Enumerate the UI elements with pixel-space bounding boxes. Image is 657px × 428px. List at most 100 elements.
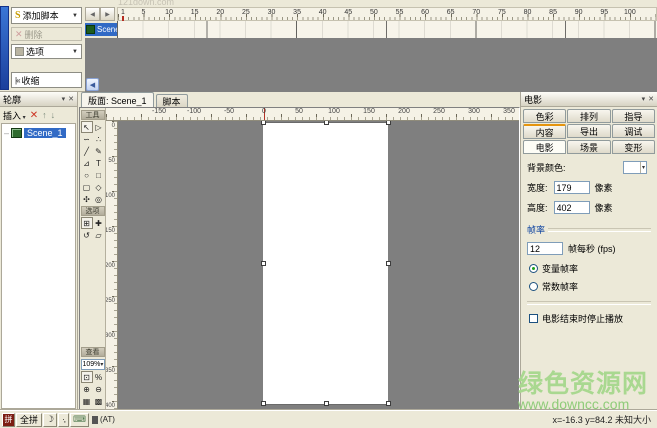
frame-number: 80 [524,9,532,16]
zoom-area-icon[interactable]: ⊡ [81,371,93,383]
move-up-button[interactable]: ↑ [42,110,47,120]
top-strip: 121down.com S 添加脚本 ▼ ✕ 删除 选项 ▼ |« 收缩 [0,0,657,92]
select-tool-icon[interactable]: ↖ [81,121,93,133]
tab-movie[interactable]: 电影 [523,140,566,154]
constant-framerate-option[interactable]: 常数帧率 [529,280,651,293]
ellipse-tool-icon[interactable]: ○ [81,169,93,181]
tab-arrange[interactable]: 排列 [567,109,610,123]
autoshape-tool-icon[interactable]: ◇ [93,181,105,193]
tab-guide[interactable]: 指导 [612,109,655,123]
panel-rollup-icon[interactable]: ▾ [642,95,646,103]
height-input[interactable] [554,201,590,214]
stage-handle[interactable] [324,401,329,406]
radio-selected-icon[interactable] [529,264,538,273]
panel-close-icon[interactable]: ✕ [648,95,654,103]
radio-icon[interactable] [529,282,538,291]
fill-tool-icon[interactable]: ⊿ [81,157,93,169]
movie-stage[interactable] [263,122,388,405]
outline-panel-titlebar[interactable]: 轮廓 ▾ ✕ [0,92,77,107]
stage-handle[interactable] [261,261,266,266]
zoom-out-icon[interactable]: ⊖ [93,383,105,395]
frame-number: 5 [142,9,146,16]
canvas-body: 工具 ↖▷∽∴╱✎⊿T○□▢◇✣◎ 选项 ⊞✚↺▱ 查看 109% ▾ ⊡%⊕⊖… [79,107,520,409]
tab-color[interactable]: 色彩 [523,109,566,123]
stage-handle[interactable] [261,121,266,125]
ime-logo-icon[interactable]: 拼 [2,413,15,427]
script-options-dropdown[interactable]: 选项 ▼ [11,44,82,59]
skew-option-icon[interactable]: ▱ [93,229,105,241]
collapse-button[interactable]: |« 收缩 [11,72,82,88]
docked-panel-strip[interactable] [0,6,9,90]
roundrect-tool-icon[interactable]: ▢ [81,181,93,193]
ime-fullwidth-icon[interactable]: ☽ [43,413,57,427]
timeline-next-button[interactable]: ▶ [100,7,115,21]
script-options-label: 选项 [26,45,44,58]
application-window: 121down.com S 添加脚本 ▼ ✕ 删除 选项 ▼ |« 收缩 [0,0,657,428]
frame-number: 30 [268,9,276,16]
lasso-tool-icon[interactable]: ∽ [81,133,93,145]
tab-transform[interactable]: 变形 [612,140,655,154]
grid-show-icon[interactable]: ▦ [81,395,93,407]
ime-punctuation-icon[interactable]: ·, [58,413,69,427]
tree-expander[interactable]: – [4,128,9,138]
timeline-scroll-left-button[interactable]: ◀ [86,78,99,91]
timeline-track[interactable] [117,21,657,39]
stage-handle[interactable] [386,401,391,406]
panel-close-icon[interactable]: ✕ [68,95,74,103]
width-input[interactable] [554,181,590,194]
zoom-in-icon[interactable]: ⊕ [81,383,93,395]
variable-framerate-option[interactable]: 变量帧率 [529,262,651,275]
horizontal-ruler[interactable]: -150-100-50050100150200250300350 [106,108,519,121]
workspace-canvas[interactable] [118,121,519,409]
reshape-option-icon[interactable]: ⊞ [81,217,93,229]
delete-script-button[interactable]: ✕ 删除 [11,27,82,41]
zoom-100-icon[interactable]: % [93,371,105,383]
fps-input[interactable] [527,242,563,255]
tab-script[interactable]: 脚本 [156,94,188,107]
move-down-button[interactable]: ↓ [51,110,56,120]
stage-handle[interactable] [386,121,391,125]
tab-debug[interactable]: 调试 [612,124,655,138]
chevron-down-icon: ▾ [640,162,646,173]
vertical-ruler[interactable]: 050100150200250300350400 [106,121,118,409]
ime-toolbar[interactable]: 拼 全拼 ☽ ·, ⌨ [2,412,89,428]
stage-handle[interactable] [386,261,391,266]
checkbox-icon[interactable] [529,314,538,323]
motion-path-tool-icon[interactable]: ∴ [93,133,105,145]
zoom-tool-icon[interactable]: ◎ [93,193,105,205]
tab-scene[interactable]: 场景 [567,140,610,154]
grid-snap-icon[interactable]: ▩ [93,395,105,407]
outline-tree[interactable]: – Scene_1 [1,123,76,409]
zoom-level-dropdown[interactable]: 109% ▾ [81,359,105,370]
ime-method-label[interactable]: 全拼 [16,413,42,427]
chevron-down-icon: ▼ [72,13,78,19]
transform-option-icon[interactable]: ✚ [93,217,105,229]
line-tool-icon[interactable]: ╱ [81,145,93,157]
tab-export[interactable]: 导出 [567,124,610,138]
h-ruler-label: 250 [433,108,445,115]
stage-handle[interactable] [324,121,329,125]
status-position-readout: x=-16.3 y=84.2 未知大小 [552,413,657,426]
h-ruler-label: 150 [363,108,375,115]
tree-item-scene[interactable]: – Scene_1 [2,128,75,138]
ime-keyboard-icon[interactable]: ⌨ [70,413,89,427]
subselect-tool-icon[interactable]: ▷ [93,121,105,133]
timeline-prev-button[interactable]: ◀ [85,7,100,21]
frame-ruler[interactable]: 1510152025303540455055606570758085909510… [117,7,657,21]
stop-at-end-option[interactable]: 电影结束时停止播放 [529,312,651,325]
delete-item-button[interactable]: ✕ [30,110,38,121]
tab-content[interactable]: 内容 [523,124,566,139]
bg-color-picker[interactable]: ▾ [623,161,647,174]
tab-layout[interactable]: 版面: Scene_1 [81,92,154,107]
insert-button[interactable]: 插入 ▾ [3,109,26,122]
add-script-button[interactable]: S 添加脚本 ▼ [11,7,82,24]
rect-tool-icon[interactable]: □ [93,169,105,181]
text-tool-icon[interactable]: T [93,157,105,169]
movie-panel-titlebar[interactable]: 电影 ▾ ✕ [521,92,657,107]
pencil-tool-icon[interactable]: ✎ [93,145,105,157]
stage-handle[interactable] [261,401,266,406]
rotate-option-icon[interactable]: ↺ [81,229,93,241]
pan-tool-icon[interactable]: ✣ [81,193,93,205]
panel-rollup-icon[interactable]: ▾ [62,95,66,103]
timeline-scene-row[interactable]: Scene_1 [85,23,117,36]
